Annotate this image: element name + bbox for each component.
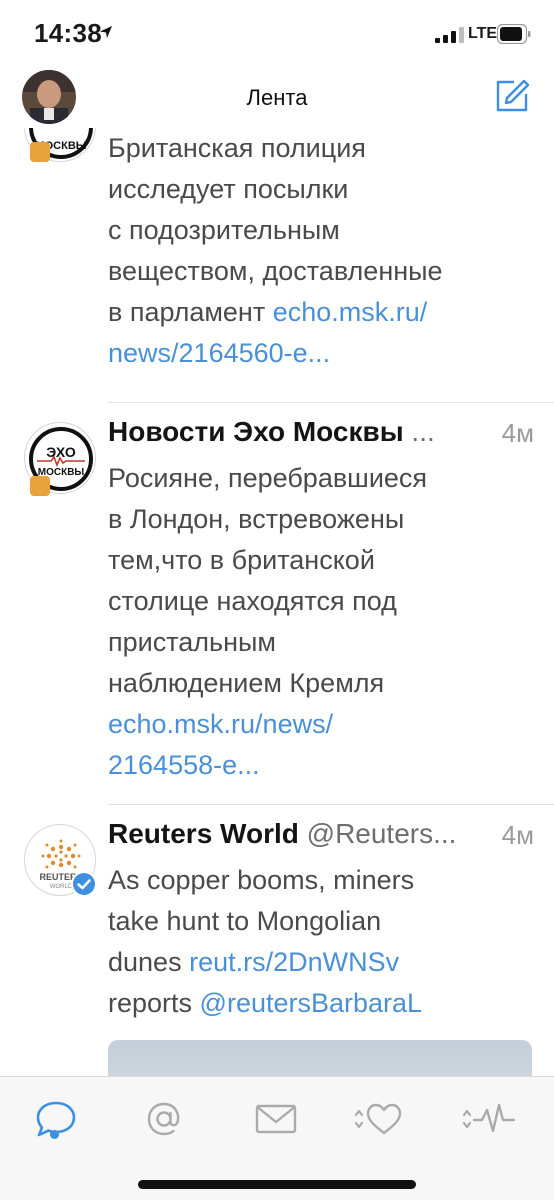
nav-bar: Лента (0, 68, 554, 128)
tweet-line-text: dunes (108, 947, 190, 977)
tweet-line: веществом, доставленные (108, 256, 443, 286)
timeline[interactable]: МОСКВЫ Британская полиция исследует посы… (0, 128, 554, 1076)
divider (108, 402, 554, 403)
rss-icon (30, 142, 50, 162)
cellular-signal-icon (435, 27, 464, 43)
tweet-line-text: в парламент (108, 297, 273, 327)
speech-bubble-icon (36, 1101, 76, 1137)
tweet-text: Росияне, перебравшиеся в Лондон, встрево… (108, 458, 538, 786)
tweet-line: тем,что в британской (108, 545, 375, 575)
tweet-line: наблюдением Кремля (108, 668, 385, 698)
tweet-link[interactable]: echo.msk.ru/ (273, 297, 428, 327)
at-sign-icon (147, 1102, 180, 1136)
tweet-mention-link[interactable]: @reutersBarbaraL (200, 988, 423, 1018)
tweet-line: take hunt to Mongolian (108, 906, 382, 936)
tweet-timestamp: 4м (501, 820, 534, 850)
battery-icon (497, 24, 531, 44)
tweet-media-image[interactable] (108, 1040, 532, 1076)
tweet-link-continued[interactable]: 2164558-e... (108, 745, 538, 786)
tweet-text: As copper booms, miners take hunt to Mon… (108, 860, 538, 1024)
tab-messages[interactable] (246, 1089, 306, 1149)
tweet-line: As copper booms, miners (108, 865, 415, 895)
tweet-line: столице находятся под (108, 586, 397, 616)
tweet-link-continued[interactable]: news/2164560-e... (108, 333, 538, 374)
tab-mentions[interactable] (134, 1089, 194, 1149)
tweet-author-name[interactable]: Новости Эхо Москвы (108, 416, 404, 447)
tweet-author-name[interactable]: Reuters World (108, 818, 299, 849)
tweet-line: в парламент echo.msk.ru/ (108, 292, 538, 333)
location-arrow-icon (100, 26, 112, 38)
tweet-line: в Лондон, встревожены (108, 504, 405, 534)
tweet-line: с подозрительным (108, 215, 340, 245)
tab-likes[interactable] (350, 1089, 410, 1149)
echo-logo-top: ЭХО (46, 444, 76, 460)
heart-icon (354, 1103, 402, 1135)
network-type: LTE (468, 25, 498, 42)
tweet-line: reports @reutersBarbaraL (108, 983, 538, 1024)
tweet-author-handle[interactable]: @Reuters... (299, 818, 457, 849)
tweet-line: Британская полиция (108, 133, 366, 163)
home-indicator (138, 1180, 416, 1189)
tweet-line: Росияне, перебравшиеся (108, 463, 428, 493)
tweet-line: исследует посылки (108, 174, 349, 204)
verified-badge-icon (71, 871, 97, 897)
compose-icon[interactable] (494, 78, 530, 114)
tweet-header: Reuters World @Reuters... (108, 818, 538, 858)
tweet-text: Британская полиция исследует посылки с п… (108, 128, 538, 374)
status-time: 14:38 (34, 18, 102, 48)
activity-icon (462, 1103, 516, 1133)
page-title: Лента (246, 85, 308, 110)
tab-activity[interactable] (460, 1089, 520, 1149)
divider (108, 804, 554, 805)
active-tab-indicator (50, 1130, 59, 1139)
tweet-link[interactable]: reut.rs/2DnWNSv (189, 947, 399, 977)
tweet-author-handle[interactable]: ... (404, 416, 434, 447)
tweet-header: Новости Эхо Москвы ... (108, 416, 538, 456)
tweet-line: dunes reut.rs/2DnWNSv (108, 942, 538, 983)
tweet-link[interactable]: echo.msk.ru/news/ (108, 704, 538, 745)
rss-icon (30, 476, 50, 496)
status-bar: 14:38 LTE (0, 0, 554, 68)
tweet-line: пристальным (108, 627, 276, 657)
tweet-line-text: reports (108, 988, 200, 1018)
tab-timeline[interactable] (26, 1089, 86, 1149)
envelope-icon (255, 1104, 297, 1134)
tweet-timestamp: 4м (501, 418, 534, 448)
